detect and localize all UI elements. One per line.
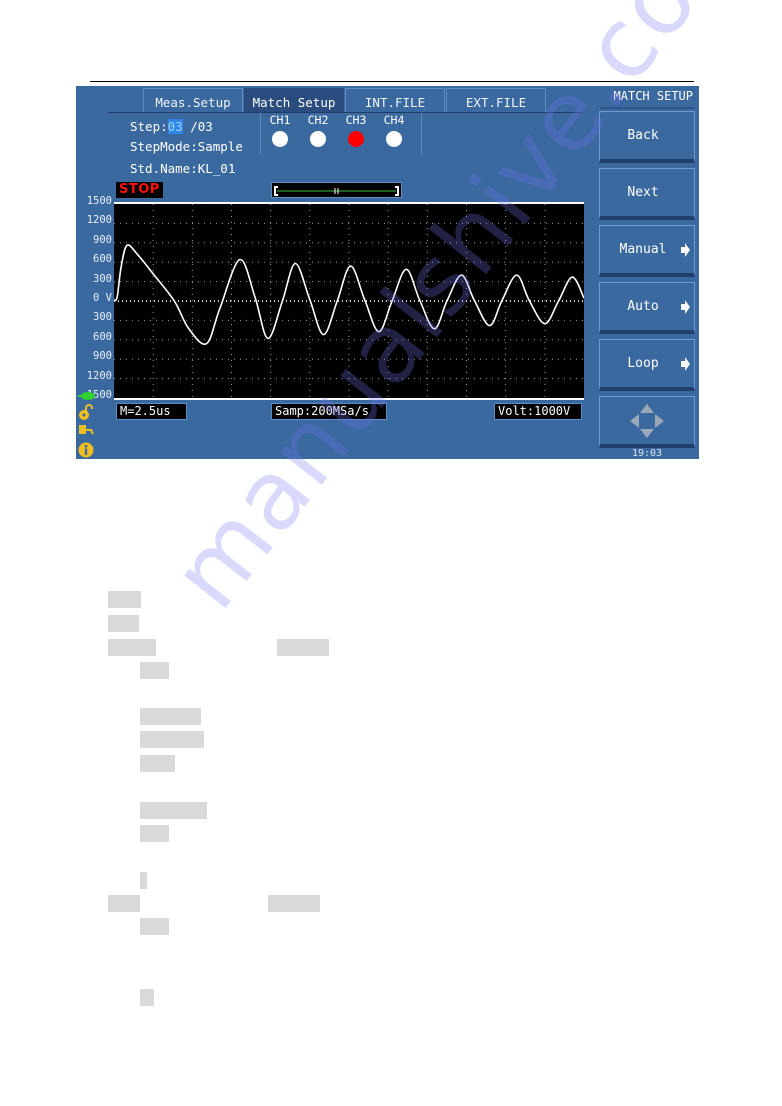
softkey-panel-title: MATCH SETUP [613, 89, 693, 103]
manual-button[interactable]: Manual [599, 225, 695, 277]
tab-meas-setup[interactable]: Meas.Setup [143, 88, 243, 112]
redacted-text [108, 615, 139, 632]
redacted-text [140, 802, 207, 819]
tab-bar: Meas.Setup Match Setup INT.FILE EXT.FILE [143, 88, 547, 112]
channel-2[interactable]: CH2 [303, 113, 333, 147]
waveform-chart [113, 204, 585, 398]
manual-label: Manual [619, 242, 667, 257]
redacted-text [140, 918, 169, 935]
auto-label: Auto [627, 299, 659, 314]
page-header-rule [90, 81, 694, 82]
step-indicator: Step:03 /03 [130, 119, 213, 134]
y-tick-label: 900 [93, 350, 112, 363]
redacted-text [140, 662, 169, 679]
y-tick-label: 300 [93, 311, 112, 324]
loop-button[interactable]: Loop [599, 339, 695, 391]
redacted-text [140, 755, 175, 772]
timebase-readout[interactable]: M=2.5us [116, 403, 187, 420]
arrow-right-icon [681, 299, 690, 314]
softkey-title-divider [600, 107, 695, 109]
arrow-right-icon [681, 242, 690, 257]
back-button[interactable]: Back [599, 111, 695, 163]
step-current-field[interactable]: 03 [167, 119, 183, 134]
time-position-indicator [274, 186, 399, 196]
redacted-text [108, 591, 141, 608]
tab-int-file[interactable]: INT.FILE [345, 88, 445, 112]
channel-status-panel: CH1 CH2 CH3 CH4 [260, 113, 422, 155]
y-tick-label: 1500 [86, 195, 112, 207]
y-tick-label: 1200 [86, 369, 112, 382]
navigation-pad[interactable] [599, 396, 695, 448]
y-tick-label: 600 [93, 253, 112, 266]
y-tick-label: 1200 [86, 214, 112, 227]
step-total: /03 [182, 119, 213, 134]
y-tick-label: 300 [93, 272, 112, 285]
redacted-text [140, 825, 169, 842]
redacted-text [277, 639, 329, 656]
info-icon[interactable] [78, 442, 94, 458]
redacted-text [140, 708, 201, 725]
channel-3[interactable]: CH3 [341, 113, 371, 147]
channel-3-label: CH3 [345, 113, 367, 127]
channel-2-indicator [310, 131, 326, 147]
run-status-badge: STOP [116, 182, 163, 198]
time-position-bar[interactable] [271, 182, 402, 198]
clock: 19:03 [631, 448, 663, 459]
step-label: Step: [130, 119, 168, 134]
connection-icon [78, 392, 95, 400]
tab-match-setup[interactable]: Match Setup [244, 88, 344, 112]
step-mode: StepMode:Sample [130, 139, 243, 154]
channel-4-indicator [386, 131, 402, 147]
waveform-plot [113, 202, 585, 400]
redacted-text [140, 731, 204, 748]
next-label: Next [627, 185, 659, 200]
four-way-arrow-icon [630, 403, 664, 438]
tab-ext-file[interactable]: EXT.FILE [446, 88, 546, 112]
sample-rate-readout[interactable]: Samp:200MSa/s [271, 403, 387, 420]
back-label: Back [627, 128, 659, 143]
channel-3-indicator [348, 131, 364, 147]
y-tick-label: 600 [93, 330, 112, 343]
channel-4[interactable]: CH4 [379, 113, 409, 147]
loop-label: Loop [627, 356, 659, 371]
channel-1-indicator [272, 131, 288, 147]
channel-4-label: CH4 [383, 113, 405, 127]
redacted-text [108, 639, 156, 656]
channel-1-label: CH1 [269, 113, 291, 127]
redacted-text [108, 895, 140, 912]
channel-1[interactable]: CH1 [265, 113, 295, 147]
unlock-icon [79, 404, 93, 420]
arrow-right-icon [681, 356, 690, 371]
instrument-screen: Meas.Setup Match Setup INT.FILE EXT.FILE… [76, 86, 699, 459]
redacted-text [268, 895, 320, 912]
standard-name: Std.Name:KL_01 [130, 161, 236, 176]
next-button[interactable]: Next [599, 168, 695, 220]
y-tick-label: 0 V [93, 292, 112, 304]
channel-2-label: CH2 [307, 113, 329, 127]
key-icon [79, 425, 94, 435]
redacted-text [140, 872, 147, 889]
auto-button[interactable]: Auto [599, 282, 695, 334]
voltage-range-readout[interactable]: Volt:1000V [494, 403, 582, 420]
y-tick-label: 900 [93, 233, 112, 246]
redacted-text [140, 989, 154, 1006]
